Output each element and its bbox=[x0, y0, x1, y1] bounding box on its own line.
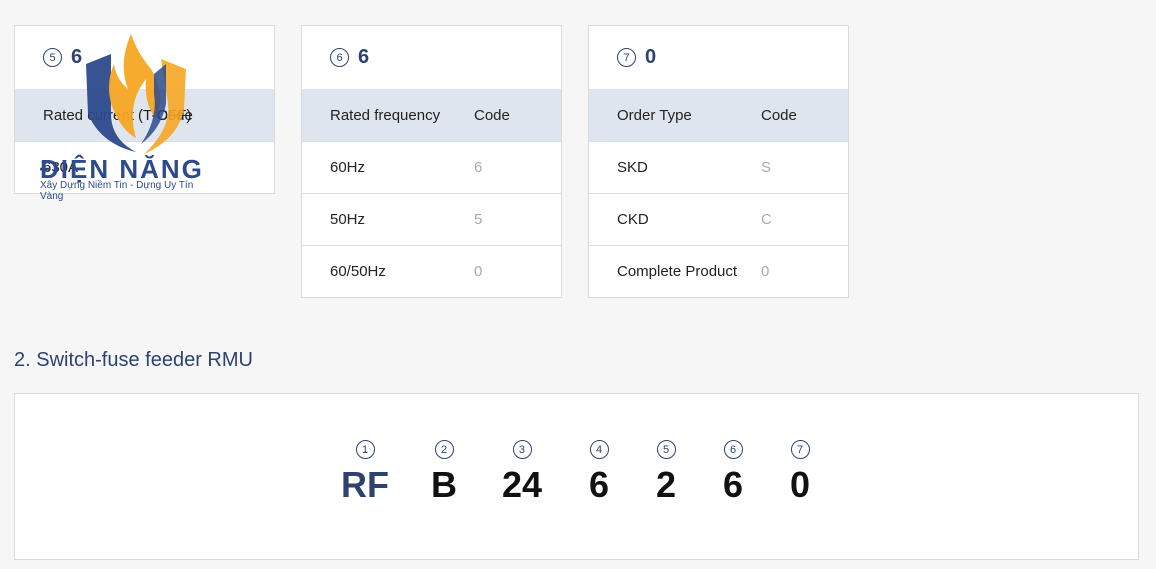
code-value: 2 bbox=[655, 464, 677, 505]
position-number: 5 bbox=[656, 440, 676, 459]
position-number: 1 bbox=[355, 440, 375, 459]
code-segment: 7 0 bbox=[790, 440, 810, 505]
row-label: Complete Product bbox=[617, 263, 738, 280]
position-number: 6 bbox=[723, 440, 743, 459]
code-value: 0 bbox=[789, 464, 811, 505]
position-number: 6 bbox=[330, 48, 349, 67]
table-row: CKD C bbox=[589, 193, 848, 245]
table-header-row: Rated frequency Code bbox=[302, 89, 561, 141]
row-code: S bbox=[761, 159, 772, 176]
code-segment: 5 2 bbox=[656, 440, 676, 505]
row-label: SKD bbox=[617, 159, 648, 176]
table-row: 60Hz 6 bbox=[302, 141, 561, 193]
code-value: 6 bbox=[722, 464, 744, 505]
selected-code: 6 bbox=[71, 46, 83, 68]
table-row: 630A bbox=[15, 141, 274, 193]
code-segment: 6 6 bbox=[723, 440, 743, 505]
position-number: 4 bbox=[589, 440, 609, 459]
card-header: 5 6 bbox=[15, 26, 274, 89]
column-header-label: Order Type bbox=[617, 106, 692, 124]
row-code: 0 bbox=[761, 263, 770, 280]
table-row: SKD S bbox=[589, 141, 848, 193]
card-order-type: 7 0 Order Type Code SKD S CKD C Complete… bbox=[588, 25, 849, 298]
code-segment: 2 B bbox=[431, 440, 457, 505]
column-header-code: Code bbox=[761, 106, 797, 124]
column-header-label: Rated frequency bbox=[330, 106, 441, 124]
position-number: 7 bbox=[617, 48, 636, 67]
row-code: 0 bbox=[474, 263, 483, 280]
table-row: 50Hz 5 bbox=[302, 193, 561, 245]
code-segment: 4 6 bbox=[589, 440, 609, 505]
selected-code: 6 bbox=[358, 46, 370, 68]
position-number: 5 bbox=[43, 48, 62, 67]
row-label: 50Hz bbox=[330, 211, 366, 228]
card-header: 7 0 bbox=[589, 26, 848, 89]
model-code-box: 1 RF 2 B 3 24 4 6 5 2 6 6 7 0 bbox=[14, 393, 1139, 560]
column-header-code: Code bbox=[157, 106, 193, 124]
card-rated-current: 5 6 Rated current (T-OFF) Code 630A bbox=[14, 25, 275, 194]
card-rated-frequency: 6 6 Rated frequency Code 60Hz 6 50Hz 5 6… bbox=[301, 25, 562, 298]
row-code: 6 bbox=[474, 159, 483, 176]
row-label: 60Hz bbox=[330, 159, 366, 176]
card-header: 6 6 bbox=[302, 26, 561, 89]
code-segment: 3 24 bbox=[502, 440, 542, 505]
code-segment: 1 RF bbox=[341, 440, 389, 505]
code-value: RF bbox=[341, 464, 389, 505]
column-header-code: Code bbox=[474, 106, 510, 124]
row-label: 630A bbox=[43, 159, 79, 176]
table-header-row: Order Type Code bbox=[589, 89, 848, 141]
row-label: CKD bbox=[617, 211, 649, 228]
position-number: 3 bbox=[512, 440, 532, 459]
code-value: 24 bbox=[501, 464, 543, 505]
row-label: 60/50Hz bbox=[330, 263, 386, 280]
table-row: 60/50Hz 0 bbox=[302, 245, 561, 297]
section-title: 2. Switch-fuse feeder RMU bbox=[14, 349, 253, 371]
code-value: 6 bbox=[588, 464, 610, 505]
row-code: 5 bbox=[474, 211, 483, 228]
table-header-row: Rated current (T-OFF) Code bbox=[15, 89, 274, 141]
code-value: B bbox=[431, 464, 457, 505]
position-number: 7 bbox=[790, 440, 810, 459]
table-row: Complete Product 0 bbox=[589, 245, 848, 297]
row-code: C bbox=[761, 211, 772, 228]
selected-code: 0 bbox=[645, 46, 657, 68]
position-number: 2 bbox=[434, 440, 454, 459]
